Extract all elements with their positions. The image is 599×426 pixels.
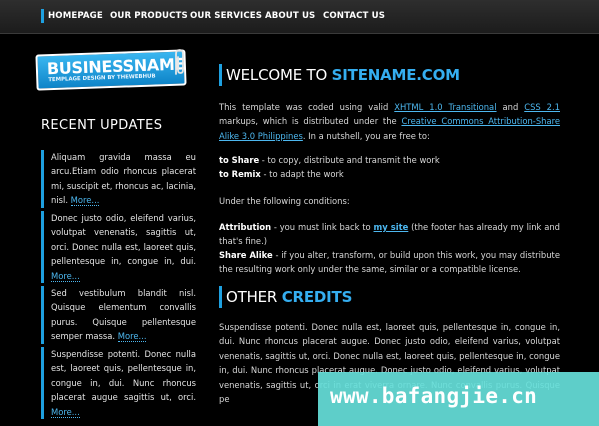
attribution-text: - you must link back to	[271, 222, 374, 232]
share-label: to Share	[219, 155, 260, 165]
recent-updates-title: RECENT UPDATES	[41, 118, 163, 133]
nav-homepage[interactable]: HOMEPAGE	[48, 11, 103, 21]
credits-word: CREDITS	[281, 288, 353, 306]
update-text: Suspendisse potenti. Donec nulla est, la…	[51, 349, 196, 403]
nav-accent-bar	[41, 9, 44, 23]
update-text: Donec justo odio, eleifend varius, volut…	[51, 213, 196, 267]
remix-text: - to adapt the work	[260, 169, 344, 179]
welcome-prefix: WELCOME TO	[226, 66, 332, 84]
top-nav: HOMEPAGE OUR PRODUCTS OUR SERVICES ABOUT…	[0, 0, 599, 34]
more-link[interactable]: More...	[51, 270, 80, 282]
share-alike-paragraph: Share Alike - if you alter, transform, o…	[219, 248, 560, 277]
my-site-link[interactable]: my site	[374, 222, 409, 232]
site-logo[interactable]: BUSINESSNAME TEMPLAGE DESIGN BY THEWEBHU…	[35, 49, 187, 91]
intro-text: This template was coded using valid	[219, 102, 395, 112]
intro-text: and	[496, 102, 525, 112]
update-item: Donec justo odio, eleifend varius, volut…	[41, 211, 196, 284]
nav-about-us[interactable]: ABOUT US	[265, 11, 315, 21]
heading-accent-bar	[219, 64, 222, 86]
watermark-text: www.bafangjie.cn	[330, 384, 538, 408]
update-item: Aliquam gravida massa eu arcu.Etiam odio…	[41, 150, 196, 208]
nav-contact-us[interactable]: CONTACT US	[323, 11, 385, 21]
update-item: Suspendisse potenti. Donec nulla est, la…	[41, 347, 196, 420]
intro-text: . In a nutshell, you are free to:	[302, 130, 430, 141]
credits-prefix: OTHER	[226, 288, 282, 306]
attribution-label: Attribution	[219, 222, 272, 232]
nav-our-services[interactable]: OUR SERVICES	[190, 11, 262, 21]
welcome-heading: WELCOME TO SITENAME.COM	[226, 66, 460, 84]
update-item: Sed vestibulum blandit nisl. Quisque ele…	[41, 286, 196, 344]
share-text: - to copy, distribute and transmit the w…	[259, 155, 440, 165]
intro-paragraph: This template was coded using valid XHTM…	[219, 100, 560, 143]
welcome-sitename: SITENAME.COM	[331, 66, 460, 84]
more-link[interactable]: More...	[117, 331, 147, 343]
css-link[interactable]: CSS 2.1	[524, 102, 560, 112]
xhtml-link[interactable]: XHTML 1.0 Transitional	[394, 102, 496, 112]
conditions-line: Under the following conditions:	[219, 196, 350, 206]
share-alike-label: Share Alike	[219, 250, 273, 260]
more-link[interactable]: More...	[51, 406, 80, 418]
remix-label: to Remix	[219, 169, 261, 179]
heading-accent-bar	[219, 286, 222, 308]
nav-our-products[interactable]: OUR PRODUCTS	[110, 11, 188, 21]
more-link[interactable]: More...	[70, 195, 100, 207]
attribution-paragraph: Attribution - you must link back to my s…	[219, 220, 560, 249]
paperclip-icon	[175, 49, 184, 75]
intro-text: markups, which is distributed under the	[219, 116, 402, 127]
share-line: to Share - to copy, distribute and trans…	[219, 153, 560, 167]
credits-heading: OTHER CREDITS	[226, 288, 352, 306]
remix-line: to Remix - to adapt the work	[219, 167, 560, 181]
